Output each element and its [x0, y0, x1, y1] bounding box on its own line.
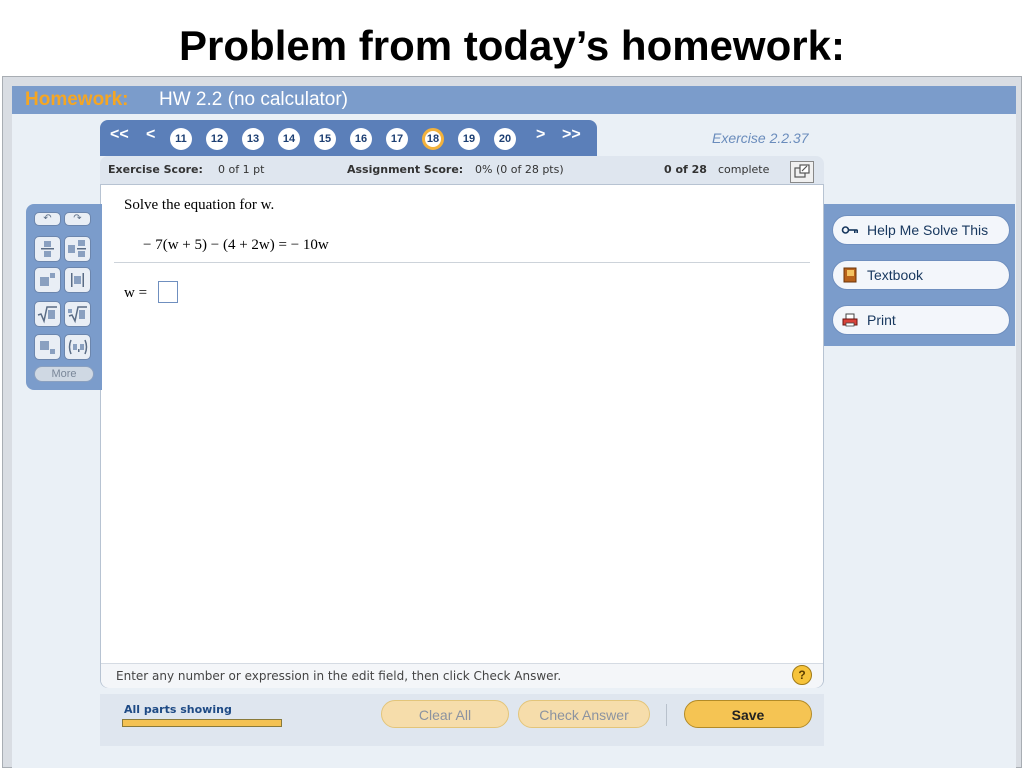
exercise-id: Exercise 2.2.37	[712, 130, 809, 146]
homework-header: Homework: HW 2.2 (no calculator)	[12, 86, 1016, 114]
last-question-icon[interactable]: >>	[562, 126, 581, 144]
math-toolbox	[26, 204, 102, 390]
homework-label: Homework:	[25, 89, 129, 110]
answer-label: w =	[124, 285, 148, 301]
printer-icon	[841, 312, 859, 328]
nth-root-icon[interactable]	[64, 301, 91, 327]
fraction-icon[interactable]	[34, 236, 61, 262]
check-answer-button[interactable]: Check Answer	[518, 700, 650, 728]
print-label: Print	[867, 312, 896, 328]
parts-progress-bar	[122, 719, 282, 727]
more-tools-button[interactable]: More	[34, 366, 94, 382]
question-17[interactable]: 17	[386, 128, 408, 150]
question-11[interactable]: 11	[170, 128, 192, 150]
question-nav: << < 11 12 13 14 15 16 17 18 19 20 > >>	[100, 120, 597, 156]
question-prompt: Solve the equation for w.	[124, 197, 275, 213]
exercise-score-label: Exercise Score:	[108, 163, 203, 176]
next-question-icon[interactable]: >	[536, 126, 545, 144]
sqrt-icon[interactable]	[34, 301, 61, 327]
print-button[interactable]: Print	[832, 305, 1010, 335]
previous-question-icon[interactable]: <	[146, 126, 155, 144]
button-separator	[666, 704, 667, 726]
subscript-icon[interactable]	[34, 334, 61, 360]
question-equation: − 7(w + 5) − (4 + 2w) = − 10w	[143, 237, 329, 253]
slide-title: Problem from today’s homework:	[179, 22, 845, 69]
question-panel	[100, 184, 824, 688]
first-question-icon[interactable]: <<	[110, 126, 129, 144]
textbook-label: Textbook	[867, 267, 924, 283]
undo-icon[interactable]: ↶	[34, 212, 61, 226]
mixed-number-icon[interactable]	[64, 236, 91, 262]
help-icon[interactable]: ?	[792, 665, 812, 685]
question-20[interactable]: 20	[494, 128, 516, 150]
textbook-button[interactable]: Textbook	[832, 260, 1010, 290]
answer-input[interactable]	[158, 281, 178, 303]
help-me-solve-button[interactable]: Help Me Solve This	[832, 215, 1010, 245]
redo-icon[interactable]: ↷	[64, 212, 91, 226]
ordered-pair-icon[interactable]	[64, 334, 91, 360]
assignment-score-value: 0% (0 of 28 pts)	[475, 163, 564, 176]
question-18-current[interactable]: 18	[422, 128, 444, 150]
book-icon	[841, 267, 859, 283]
help-me-solve-label: Help Me Solve This	[867, 222, 989, 238]
question-16[interactable]: 16	[350, 128, 372, 150]
exponent-icon[interactable]	[34, 267, 61, 293]
question-19[interactable]: 19	[458, 128, 480, 150]
absolute-value-icon[interactable]	[64, 267, 91, 293]
exercise-score-value: 0 of 1 pt	[218, 163, 265, 176]
parts-showing-label[interactable]: All parts showing	[124, 703, 232, 716]
question-14[interactable]: 14	[278, 128, 300, 150]
question-15[interactable]: 15	[314, 128, 336, 150]
divider	[114, 262, 810, 263]
question-12[interactable]: 12	[206, 128, 228, 150]
assignment-name: HW 2.2 (no calculator)	[159, 89, 349, 110]
expand-window-icon[interactable]	[790, 161, 814, 183]
complete-label: complete	[718, 163, 770, 176]
hint-bar: Enter any number or expression in the ed…	[101, 663, 823, 688]
key-icon	[841, 222, 859, 238]
complete-count: 0 of 28	[664, 163, 707, 176]
save-button[interactable]: Save	[684, 700, 812, 728]
assignment-score-label: Assignment Score:	[347, 163, 464, 176]
score-bar: Exercise Score: 0 of 1 pt Assignment Sco…	[100, 156, 824, 184]
clear-all-button[interactable]: Clear All	[381, 700, 509, 728]
question-13[interactable]: 13	[242, 128, 264, 150]
hint-text: Enter any number or expression in the ed…	[116, 669, 562, 683]
